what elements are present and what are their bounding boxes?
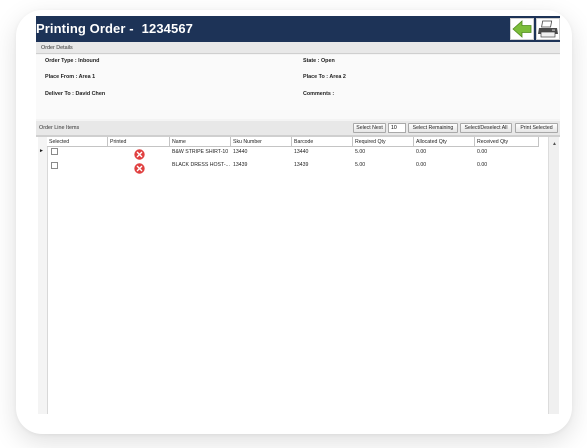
cell-received-qty: 0.00 — [477, 162, 488, 168]
order-details-panel: Order Type : Inbound State : Open Place … — [36, 55, 560, 119]
place-from: Place From : Area 1 — [45, 74, 96, 80]
cell-allocated-qty: 0.00 — [416, 162, 427, 168]
col-header-printed[interactable]: Printed — [108, 137, 170, 147]
cell-sku: 13440 — [233, 149, 248, 155]
title-bar: Printing Order - 1234567 — [36, 16, 560, 42]
order-lines-grid: Selected Printed Name Sku Number Barcode… — [36, 136, 560, 414]
arrow-left-icon — [512, 20, 532, 38]
order-lines-toolbar: Order Line Items Select Next 10 Select R… — [36, 121, 560, 136]
col-header-allocated-qty[interactable]: Allocated Qty — [414, 137, 475, 147]
title-text: Printing Order - — [36, 21, 134, 36]
cell-barcode: 13439 — [294, 162, 309, 168]
order-type: Order Type : Inbound — [45, 58, 100, 64]
scroll-up-icon[interactable]: ▲ — [552, 141, 557, 147]
cell-received-qty: 0.00 — [477, 149, 488, 155]
cell-allocated-qty: 0.00 — [416, 149, 427, 155]
order-state: State : Open — [303, 58, 335, 64]
deliver-to: Deliver To : David Chen — [45, 91, 106, 97]
cell-required-qty: 5.00 — [355, 149, 366, 155]
cell-barcode: 13440 — [294, 149, 309, 155]
printer-icon — [538, 20, 558, 38]
x-circle-icon — [134, 163, 145, 174]
back-button[interactable] — [510, 18, 534, 40]
current-row-arrow-icon: ► — [39, 148, 44, 154]
print-button[interactable] — [536, 18, 560, 40]
select-next-button[interactable]: Select Next — [353, 123, 386, 133]
col-header-sku[interactable]: Sku Number — [231, 137, 292, 147]
cell-sku: 13439 — [233, 162, 248, 168]
col-header-barcode[interactable]: Barcode — [292, 137, 353, 147]
col-header-name[interactable]: Name — [170, 137, 231, 147]
select-remaining-button[interactable]: Select Remaining — [408, 123, 458, 133]
place-to: Place To : Area 2 — [303, 74, 346, 80]
print-selected-button[interactable]: Print Selected — [515, 123, 558, 133]
app-window: Printing Order - 1234567 Order Details Or… — [36, 16, 560, 414]
order-details-header: Order Details — [36, 42, 560, 54]
row-header-column — [38, 137, 48, 414]
vertical-scrollbar[interactable]: ▲ — [548, 137, 559, 414]
cell-name: B&W STRIPE SHIRT-10 — [172, 149, 229, 155]
cell-name: BLACK DRESS HOST-... — [172, 162, 230, 168]
comments: Comments : — [303, 91, 335, 97]
order-lines-header: Order Line Items — [39, 125, 80, 131]
select-deselect-all-button[interactable]: Select/Deselect All — [460, 123, 512, 133]
row-select-checkbox[interactable] — [51, 162, 58, 169]
x-circle-icon — [134, 149, 145, 160]
col-header-received-qty[interactable]: Received Qty — [475, 137, 539, 147]
cell-required-qty: 5.00 — [355, 162, 366, 168]
order-number: 1234567 — [141, 21, 193, 36]
row-select-checkbox[interactable] — [51, 148, 58, 155]
col-header-selected[interactable]: Selected — [47, 137, 108, 147]
select-next-count-input[interactable]: 10 — [388, 123, 406, 133]
col-header-required-qty[interactable]: Required Qty — [353, 137, 414, 147]
page-title: Printing Order - 1234567 — [36, 21, 193, 36]
